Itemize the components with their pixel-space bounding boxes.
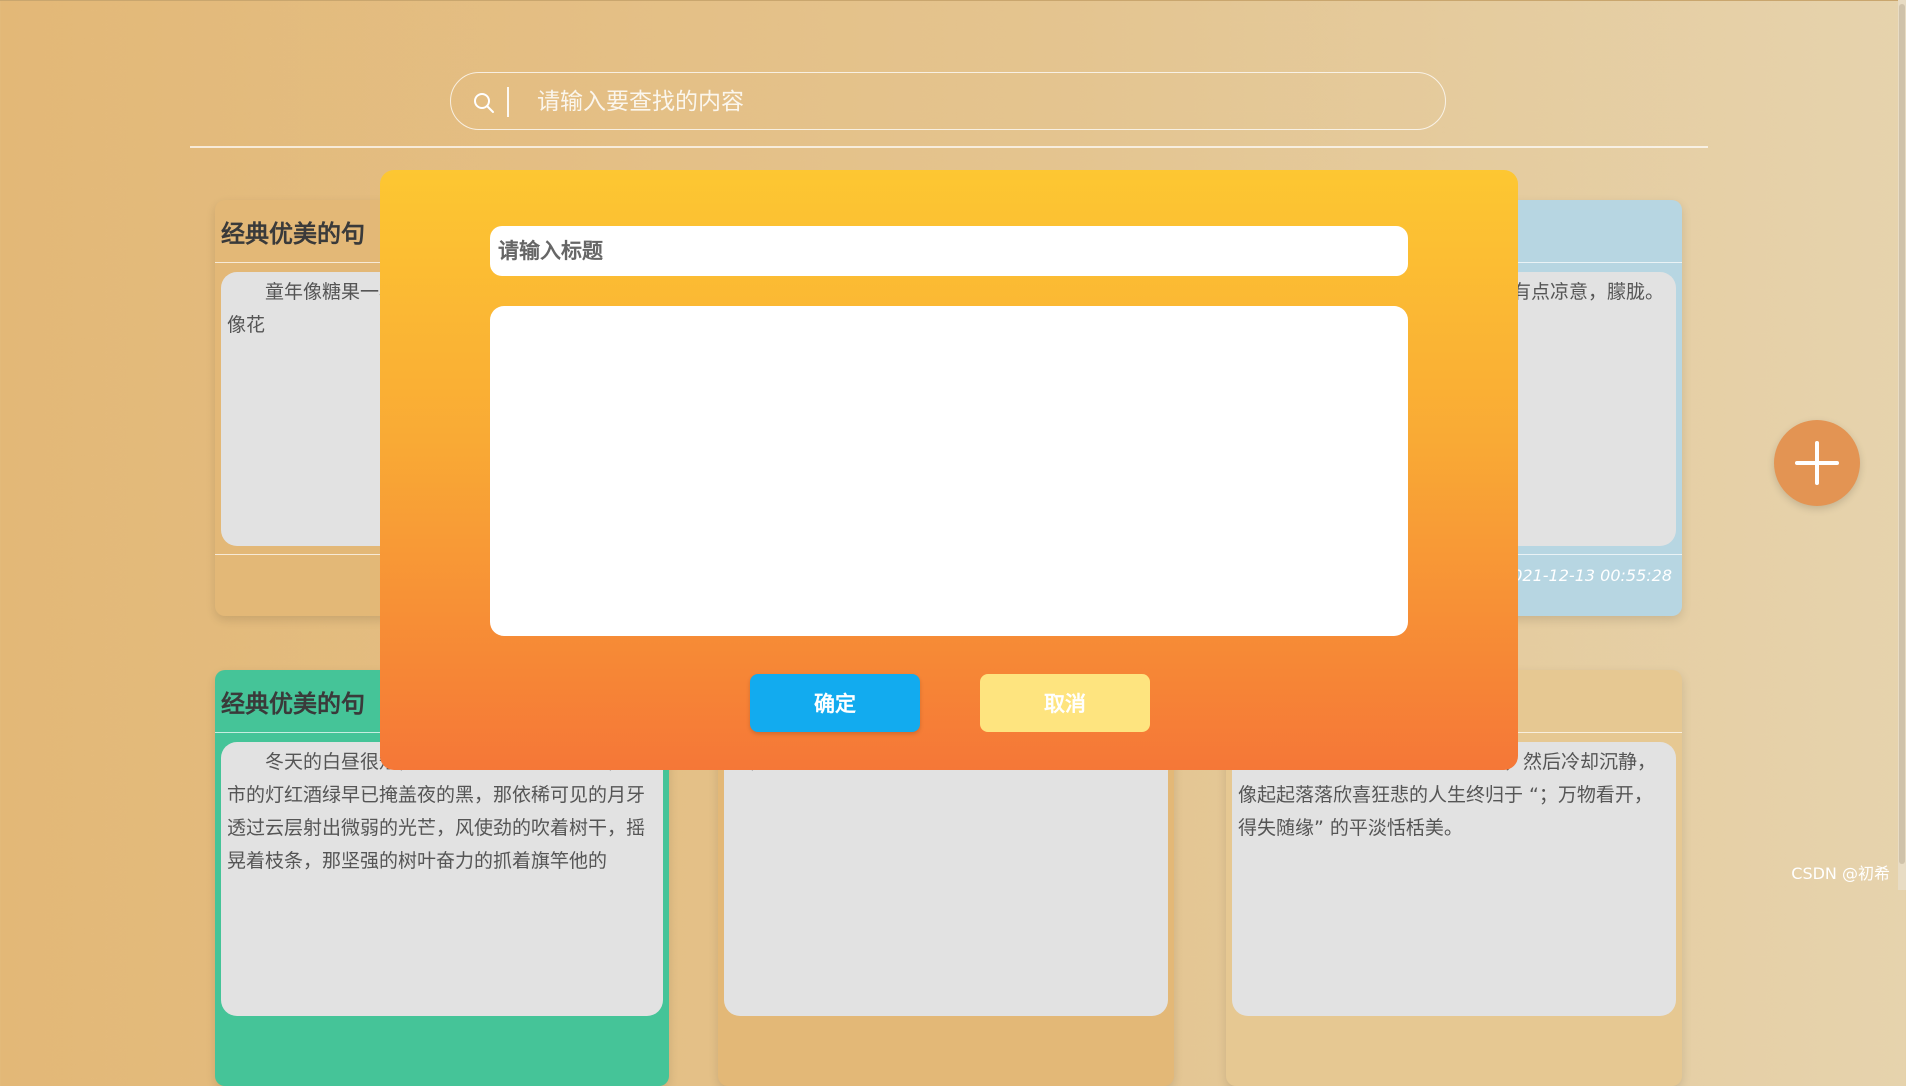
search-separator xyxy=(507,87,509,117)
note-title: 经典优美的句 xyxy=(221,220,365,248)
scrollbar-thumb[interactable] xyxy=(1899,4,1905,864)
note-title: 经典优美的句 xyxy=(221,690,365,718)
note-date: 2021-12-13 00:55:28 xyxy=(1502,566,1672,585)
add-note-button[interactable] xyxy=(1774,420,1860,506)
cancel-button[interactable]: 取消 xyxy=(980,674,1150,732)
scrollbar[interactable] xyxy=(1898,0,1906,890)
note-body: 冬天的白昼很短，的功夫就已经夜幕降临，城市的灯红酒绿早已掩盖夜的黑，那依稀可见的… xyxy=(221,742,663,1016)
note-title-input[interactable] xyxy=(490,226,1408,276)
search-input[interactable] xyxy=(535,81,1419,123)
search-icon xyxy=(474,93,494,113)
note-body: 空，稀疏的星星快活地眨着眼睛。 xyxy=(724,742,1168,1016)
search-bar[interactable] xyxy=(450,72,1446,130)
confirm-button[interactable]: 确定 xyxy=(750,674,920,732)
note-content-textarea[interactable] xyxy=(490,306,1408,636)
watermark: CSDN @初希 xyxy=(1791,864,1890,883)
add-note-modal: 确定 取消 xyxy=(380,170,1518,770)
top-border xyxy=(0,0,1906,1)
header-divider xyxy=(190,146,1708,148)
plus-icon-vertical xyxy=(1815,441,1819,485)
note-body: 感的弗水冲切的溶茶：翻滚起伏，然后冷却沉静，像起起落落欣喜狂悲的人生终归于 “；… xyxy=(1232,742,1676,1016)
